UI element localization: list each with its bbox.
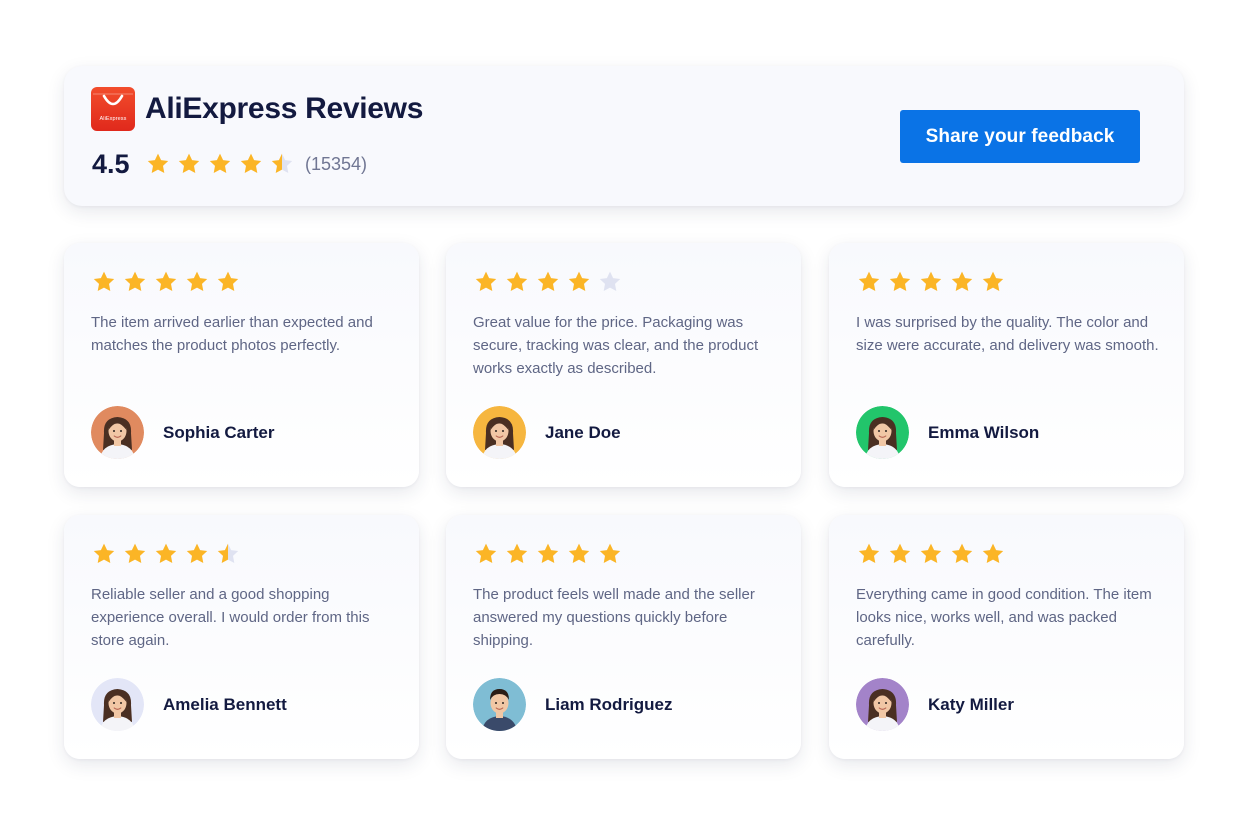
review-text: I was surprised by the quality. The colo… [856, 314, 1159, 354]
star-icon [506, 271, 528, 291]
page-title: AliExpress Reviews [145, 92, 424, 125]
star-icon [951, 271, 973, 291]
star-icon [475, 543, 497, 563]
star-icon [240, 153, 262, 173]
star-icon [599, 271, 621, 291]
reviewer-name: Jane Doe [545, 423, 621, 442]
star-icon [537, 543, 559, 563]
average-rating: 4.5 [92, 149, 130, 179]
reviews-header-card: AliExpress AliExpress Reviews 4.5 (15354… [64, 66, 1184, 206]
star-icon [599, 543, 621, 563]
star-icon [982, 271, 1004, 291]
star-icon [858, 271, 880, 291]
review-stars [92, 270, 240, 294]
star-icon [537, 271, 559, 291]
review-stars [857, 542, 1005, 566]
review-card: I was surprised by the quality. The colo… [829, 243, 1184, 487]
star-icon [271, 153, 293, 173]
woman-avatar-icon [91, 678, 144, 731]
review-card: Great value for the price. Packaging was… [446, 243, 801, 487]
review-text: Great value for the price. Packaging was… [473, 314, 759, 377]
woman-avatar-icon [91, 406, 144, 459]
woman-avatar-icon [856, 406, 909, 459]
aliexpress-bag-icon [93, 93, 133, 106]
star-icon [186, 543, 208, 563]
average-rating-stars [146, 152, 294, 176]
star-icon [982, 543, 1004, 563]
reviewer-name: Liam Rodriguez [545, 695, 673, 714]
star-icon [155, 543, 177, 563]
reviewer-name: Sophia Carter [163, 423, 275, 442]
review-card: The product feels well made and the sell… [446, 515, 801, 759]
man-avatar-icon [473, 678, 526, 731]
star-icon [920, 543, 942, 563]
logo-wordmark: AliExpress [99, 116, 127, 122]
star-icon [475, 271, 497, 291]
aliexpress-logo: AliExpress [91, 87, 135, 131]
review-stars [92, 542, 240, 566]
woman-avatar-icon [856, 678, 909, 731]
share-feedback-button[interactable]: Share your feedback [900, 110, 1140, 163]
review-stars [474, 270, 622, 294]
star-icon [155, 271, 177, 291]
woman-avatar-icon [473, 406, 526, 459]
review-card: The item arrived earlier than expected a… [64, 243, 419, 487]
star-icon [178, 153, 200, 173]
star-icon [920, 271, 942, 291]
reviewer-name: Emma Wilson [928, 423, 1040, 442]
review-count: (15354) [305, 154, 368, 174]
man-avatar-icon [473, 678, 526, 731]
star-icon [568, 271, 590, 291]
star-icon [217, 271, 239, 291]
star-icon [217, 543, 239, 563]
star-icon [124, 271, 146, 291]
reviewer-name: Katy Miller [928, 695, 1014, 714]
review-text: The item arrived earlier than expected a… [91, 314, 373, 354]
woman-avatar-icon [91, 678, 144, 731]
star-icon [209, 153, 231, 173]
star-icon [124, 543, 146, 563]
review-card: Everything came in good condition. The i… [829, 515, 1184, 759]
star-icon [93, 543, 115, 563]
woman-avatar-icon [473, 406, 526, 459]
star-icon [858, 543, 880, 563]
star-icon [951, 543, 973, 563]
star-icon [186, 271, 208, 291]
review-text: Reliable seller and a good shopping expe… [91, 586, 370, 649]
star-icon [506, 543, 528, 563]
star-icon [147, 153, 169, 173]
star-icon [568, 543, 590, 563]
reviewer-name: Amelia Bennett [163, 695, 287, 714]
review-text: The product feels well made and the sell… [473, 586, 755, 649]
woman-avatar-icon [856, 406, 909, 459]
woman-avatar-icon [91, 406, 144, 459]
star-icon [889, 543, 911, 563]
star-icon [889, 271, 911, 291]
woman-avatar-icon [856, 678, 909, 731]
star-icon [93, 271, 115, 291]
review-stars [857, 270, 1005, 294]
review-card: Reliable seller and a good shopping expe… [64, 515, 419, 759]
review-text: Everything came in good condition. The i… [856, 586, 1152, 649]
review-stars [474, 542, 622, 566]
